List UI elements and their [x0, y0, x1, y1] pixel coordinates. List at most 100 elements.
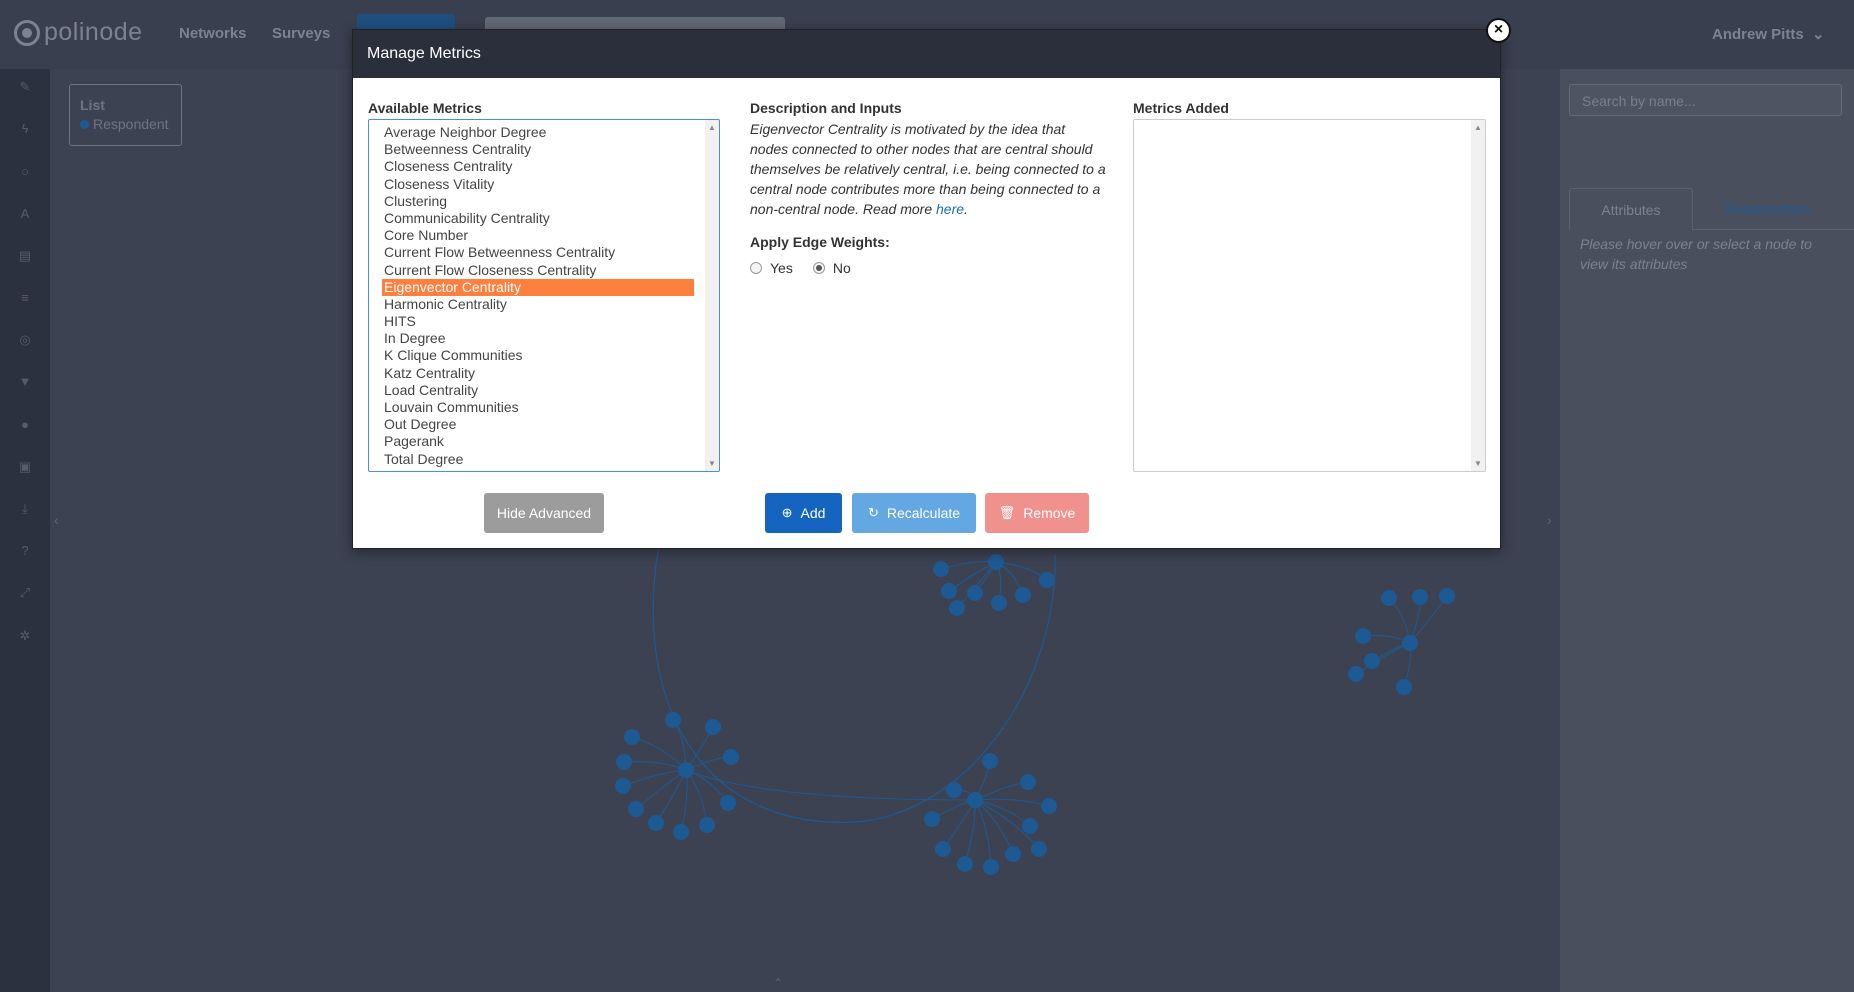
metric-option[interactable]: Out Degree	[382, 416, 694, 433]
graph-node[interactable]	[1412, 589, 1428, 605]
collapse-right-arrow-icon[interactable]: ›	[1547, 512, 1552, 528]
graph-edge[interactable]	[995, 561, 1048, 581]
metric-option[interactable]: Current Flow Betweenness Centrality	[382, 244, 694, 261]
close-icon[interactable]: ×	[1486, 18, 1511, 43]
graph-edge[interactable]	[956, 561, 997, 609]
description-text: Eigenvector Centrality is motivated by t…	[750, 121, 1106, 217]
available-metrics-title: Available Metrics	[368, 100, 482, 116]
graph-node[interactable]	[967, 792, 983, 808]
graph-node[interactable]	[699, 817, 715, 833]
graph-edge[interactable]	[974, 799, 992, 868]
hide-advanced-label: Hide Advanced	[496, 505, 592, 521]
tab-attributes[interactable]: Attributes	[1569, 188, 1693, 230]
graph-node[interactable]	[988, 554, 1004, 570]
graph-node[interactable]	[933, 561, 949, 577]
metric-option[interactable]: Closeness Vitality	[382, 176, 694, 193]
graph-edge[interactable]	[631, 736, 687, 771]
graph-node[interactable]	[678, 762, 694, 778]
graph-edge[interactable]	[685, 769, 708, 826]
graph-node[interactable]	[665, 712, 681, 728]
graph-node[interactable]	[615, 778, 631, 794]
graph-node[interactable]	[1039, 572, 1055, 588]
scroll-down-icon[interactable]: ▼	[1474, 459, 1482, 468]
graph-node[interactable]	[616, 754, 632, 770]
tab-relationships[interactable]: Relationships	[1693, 188, 1843, 230]
graph-node[interactable]	[1439, 588, 1455, 604]
recalculate-button[interactable]: ↻ Recalculate	[852, 493, 976, 533]
graph-node[interactable]	[720, 795, 736, 811]
graph-edge[interactable]	[655, 769, 687, 824]
graph-edge[interactable]	[974, 799, 1014, 855]
graph-edge[interactable]	[635, 769, 687, 810]
graph-node[interactable]	[982, 753, 998, 769]
graph-node[interactable]	[723, 749, 739, 765]
graph-node[interactable]	[991, 595, 1007, 611]
metric-option[interactable]: Current Flow Closeness Centrality	[382, 262, 694, 279]
graph-edge[interactable]	[1355, 642, 1411, 675]
graph-node[interactable]	[1381, 590, 1397, 606]
graph-node[interactable]	[935, 841, 951, 857]
graph-node[interactable]	[924, 811, 940, 827]
graph-node[interactable]	[967, 585, 983, 601]
metrics-scrollbar[interactable]: ▲ ▼	[705, 120, 719, 471]
metric-option[interactable]: Katz Centrality	[382, 365, 694, 382]
metric-option[interactable]: In Degree	[382, 330, 694, 347]
graph-node[interactable]	[957, 856, 973, 872]
graph-node[interactable]	[1364, 653, 1380, 669]
graph-node[interactable]	[1041, 798, 1057, 814]
metric-option[interactable]: Core Number	[382, 227, 694, 244]
graph-node[interactable]	[1022, 818, 1038, 834]
graph-node[interactable]	[705, 719, 721, 735]
edge-weights-no-label: No	[832, 260, 851, 276]
metric-option[interactable]: Pagerank	[382, 433, 694, 450]
metric-option[interactable]: Harmonic Centrality	[382, 296, 694, 313]
scroll-down-icon[interactable]: ▼	[708, 459, 716, 468]
edge-weights-yes-radio[interactable]	[750, 262, 762, 274]
expand-bottom-arrow-icon[interactable]: ⌃	[773, 976, 783, 990]
metric-option[interactable]: HITS	[382, 313, 694, 330]
metric-option[interactable]: Load Centrality	[382, 382, 694, 399]
edge-weights-no-radio[interactable]	[812, 262, 825, 274]
graph-edge[interactable]	[652, 539, 1056, 823]
metric-option[interactable]: K Clique Communities	[382, 347, 694, 364]
graph-edge[interactable]	[622, 769, 687, 787]
graph-node[interactable]	[624, 729, 640, 745]
metrics-added-list[interactable]: ▲ ▼	[1133, 119, 1486, 472]
read-more-link[interactable]: here	[936, 201, 964, 217]
graph-node[interactable]	[1402, 635, 1418, 651]
graph-node[interactable]	[1396, 679, 1412, 695]
graph-node[interactable]	[949, 600, 965, 616]
graph-node[interactable]	[648, 815, 664, 831]
graph-node[interactable]	[1005, 846, 1021, 862]
graph-edge[interactable]	[623, 761, 687, 771]
metric-option[interactable]: Clustering	[382, 193, 694, 210]
add-button[interactable]: ⊕ Add	[765, 493, 842, 533]
scroll-up-icon[interactable]: ▲	[708, 123, 716, 132]
graph-edge[interactable]	[685, 769, 729, 804]
graph-node[interactable]	[1020, 774, 1036, 790]
modal-title: Manage Metrics	[367, 45, 481, 62]
added-scrollbar[interactable]: ▲ ▼	[1471, 120, 1485, 471]
metric-option[interactable]: Closeness Centrality	[382, 158, 694, 175]
graph-node[interactable]	[983, 859, 999, 875]
scroll-up-icon[interactable]: ▲	[1474, 123, 1482, 132]
graph-node[interactable]	[628, 801, 644, 817]
graph-node[interactable]	[941, 583, 957, 599]
remove-button[interactable]: 🗑 Remove	[985, 493, 1089, 533]
metric-option[interactable]: Total Degree	[382, 451, 694, 468]
metric-option[interactable]: Betweenness Centrality	[382, 141, 694, 158]
graph-node[interactable]	[1355, 628, 1371, 644]
graph-node[interactable]	[1031, 841, 1047, 857]
metric-option[interactable]: Average Neighbor Degree	[382, 124, 694, 141]
graph-edge[interactable]	[940, 561, 997, 570]
graph-node[interactable]	[673, 824, 689, 840]
graph-node[interactable]	[1348, 666, 1364, 682]
graph-node[interactable]	[1015, 587, 1031, 603]
node-search-input[interactable]: Search by name...	[1569, 84, 1842, 116]
hide-advanced-button[interactable]: Hide Advanced	[484, 493, 604, 533]
graph-node[interactable]	[946, 782, 962, 798]
metric-option[interactable]: Communicability Centrality	[382, 210, 694, 227]
metric-option[interactable]: Eigenvector Centrality	[382, 278, 694, 296]
metric-option[interactable]: Louvain Communities	[382, 399, 694, 416]
available-metrics-list[interactable]: Average Neighbor Degree Betweenness Centr…	[368, 119, 720, 472]
